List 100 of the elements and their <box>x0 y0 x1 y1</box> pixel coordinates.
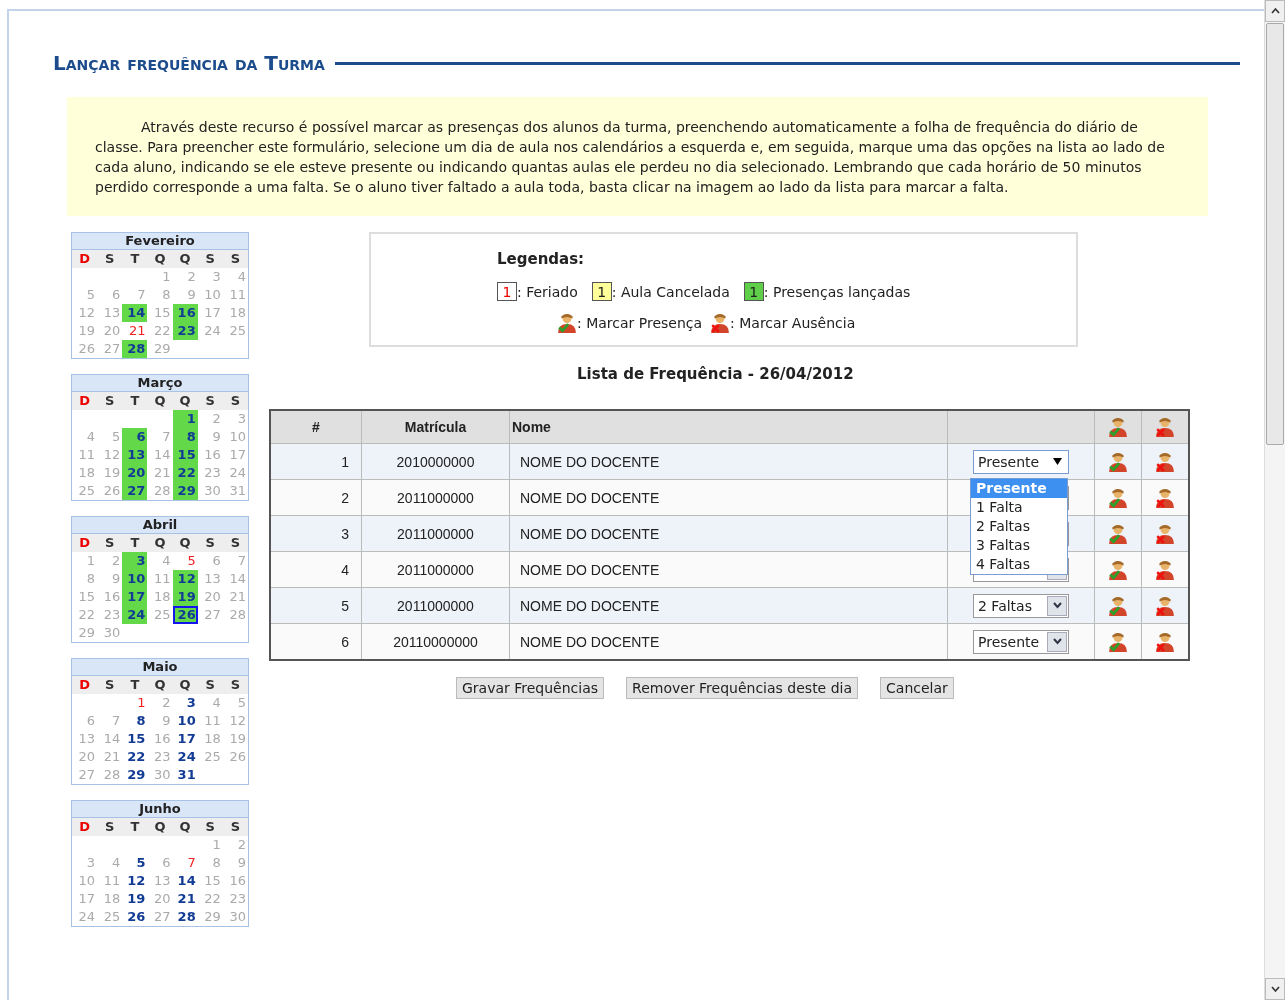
calendar-day: 27 <box>147 908 173 926</box>
calendar-day[interactable]: 21 <box>172 890 198 908</box>
chevron-down-icon[interactable] <box>1270 986 1280 992</box>
dropdown-option[interactable]: 2 Faltas <box>971 516 1067 536</box>
calendar-day: 11 <box>222 286 248 304</box>
status-select[interactable]: Presente <box>973 629 1069 654</box>
calendar-day: 2 <box>222 836 248 854</box>
calendar-day[interactable]: 13 <box>122 446 148 464</box>
legend-label: : Aula Cancelada <box>611 283 730 300</box>
person-cross-icon[interactable] <box>1155 487 1175 508</box>
calendar-day: 2 <box>147 694 173 712</box>
month-title: Fevereiro <box>72 233 248 250</box>
person-cross-icon[interactable] <box>1155 523 1175 544</box>
calendar-day: 20 <box>72 748 98 766</box>
calendar-day[interactable]: 24 <box>172 748 198 766</box>
calendar-day[interactable]: 22 <box>172 464 198 482</box>
calendar-day: 30 <box>222 908 248 926</box>
scrollbar[interactable] <box>1264 0 1285 1000</box>
legend-sample: 1 <box>743 282 764 301</box>
calendar-day[interactable]: 12 <box>172 570 198 588</box>
calendar-day[interactable]: 26 <box>172 606 198 624</box>
calendar-day: 27 <box>97 340 123 358</box>
calendar-day: 26 <box>72 340 98 358</box>
calendar-day[interactable]: 5 <box>122 854 148 872</box>
person-check-icon[interactable] <box>1108 631 1128 652</box>
column-header: # <box>270 410 362 444</box>
calendar-day: 7 <box>97 712 123 730</box>
calendar-day[interactable]: 3 <box>122 552 148 570</box>
calendar-day[interactable]: 29 <box>122 766 148 784</box>
calendar-day[interactable]: 8 <box>122 712 148 730</box>
calendar-day[interactable]: 15 <box>122 730 148 748</box>
person-cross-icon[interactable] <box>1155 595 1175 616</box>
calendar-day: 7 <box>147 428 173 446</box>
form-button[interactable]: Remover Frequências deste dia <box>626 677 859 699</box>
person-check-icon[interactable] <box>1108 487 1128 508</box>
person-cross-icon[interactable] <box>1155 559 1175 580</box>
dropdown-option[interactable]: 3 Faltas <box>971 535 1067 555</box>
calendar-day[interactable]: 23 <box>172 322 198 340</box>
calendar-day[interactable]: 14 <box>122 304 148 322</box>
column-header: Nome <box>509 410 948 444</box>
calendar-day[interactable]: 6 <box>122 428 148 446</box>
calendar-day: 6 <box>147 854 173 872</box>
chevron-down-icon <box>1052 602 1062 609</box>
weekday-label: D <box>78 534 91 552</box>
calendar-day: 21 <box>147 464 173 482</box>
person-cross-icon[interactable] <box>1155 631 1175 652</box>
form-button[interactable]: Cancelar <box>880 677 954 699</box>
dropdown-option[interactable]: 1 Falta <box>971 497 1067 517</box>
chevron-up-icon[interactable] <box>1270 8 1280 14</box>
calendar-day: 18 <box>97 890 123 908</box>
calendar-day[interactable]: 10 <box>172 712 198 730</box>
calendar-day: 6 <box>197 552 223 570</box>
page-title: Lançar frequência da Turma <box>53 51 325 75</box>
calendar-day: 11 <box>72 446 98 464</box>
calendar-day[interactable]: 17 <box>172 730 198 748</box>
person-check-icon[interactable] <box>1108 559 1128 580</box>
calendar-day[interactable]: 14 <box>172 872 198 890</box>
status-select[interactable]: Presente <box>973 449 1069 474</box>
calendar-day: 9 <box>172 286 198 304</box>
table-cell: 2 <box>270 479 362 516</box>
calendar-day[interactable]: 28 <box>172 908 198 926</box>
calendar-day: 28 <box>147 482 173 500</box>
calendar-day[interactable]: 3 <box>172 694 198 712</box>
calendar-day[interactable]: 20 <box>122 464 148 482</box>
calendar-day[interactable]: 31 <box>172 766 198 784</box>
calendar-day: 5 <box>97 428 123 446</box>
calendar-day[interactable]: 12 <box>122 872 148 890</box>
month-title: Maio <box>72 659 248 676</box>
calendar-day[interactable]: 1 <box>172 410 198 428</box>
calendar-day[interactable]: 28 <box>122 340 148 358</box>
weekday-label: Q <box>153 818 167 836</box>
calendar-day[interactable]: 8 <box>172 428 198 446</box>
form-button[interactable]: Gravar Frequências <box>456 677 605 699</box>
calendar-day[interactable]: 15 <box>172 446 198 464</box>
calendar-day[interactable]: 27 <box>122 482 148 500</box>
calendar-day: 13 <box>97 304 123 322</box>
status-select[interactable]: 2 Faltas <box>973 593 1069 618</box>
calendar-day: 24 <box>197 322 223 340</box>
calendar-day[interactable]: 10 <box>122 570 148 588</box>
calendar-day[interactable]: 29 <box>172 482 198 500</box>
calendar-day[interactable]: 22 <box>122 748 148 766</box>
calendar-day[interactable]: 26 <box>122 908 148 926</box>
calendar-day[interactable]: 19 <box>172 588 198 606</box>
calendar-day: 14 <box>222 570 248 588</box>
person-check-icon[interactable] <box>1108 523 1128 544</box>
weekday-label: Q <box>178 392 192 410</box>
calendar-day[interactable]: 24 <box>122 606 148 624</box>
month-title: Abril <box>72 517 248 534</box>
person-cross-icon[interactable] <box>1155 451 1175 472</box>
calendar-day[interactable]: 17 <box>122 588 148 606</box>
calendar-day: 18 <box>147 588 173 606</box>
person-check-icon[interactable] <box>1108 451 1128 472</box>
calendar-day: 3 <box>72 854 98 872</box>
calendar-day: 30 <box>97 624 123 642</box>
calendar-day: 13 <box>72 730 98 748</box>
person-check-icon[interactable] <box>1108 595 1128 616</box>
table-cell: NOME DO DOCENTE <box>509 443 948 480</box>
calendar-day[interactable]: 19 <box>122 890 148 908</box>
calendar-day: 15 <box>72 588 98 606</box>
calendar-day[interactable]: 16 <box>172 304 198 322</box>
